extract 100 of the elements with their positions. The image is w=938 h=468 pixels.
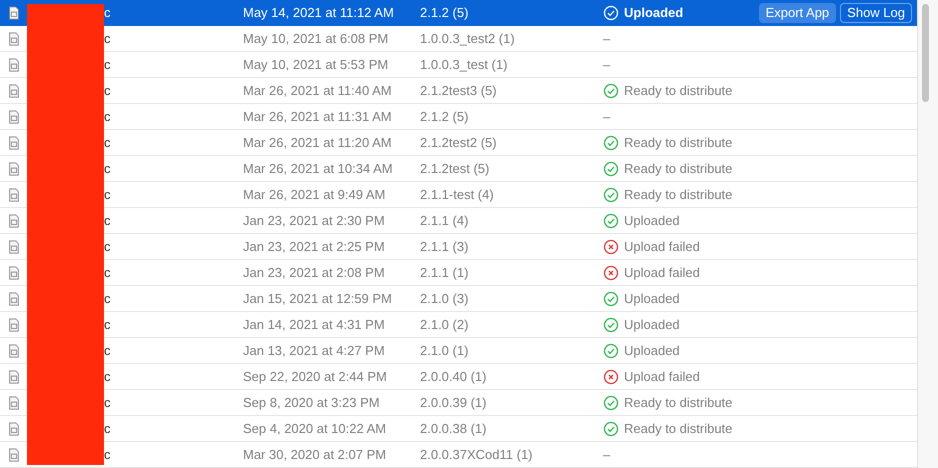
checkmark-circle-icon (603, 394, 619, 410)
archive-version: 1.0.0.3_test (1) (420, 57, 508, 72)
archive-name: c (104, 187, 112, 202)
archive-name: c (104, 343, 112, 358)
document-icon (7, 32, 21, 46)
archive-date: Sep 22, 2020 at 2:44 PM (243, 369, 388, 384)
archive-date: Mar 26, 2021 at 9:49 AM (243, 187, 386, 202)
archive-version: 2.1.0 (2) (420, 317, 470, 332)
archive-name: c (104, 213, 112, 228)
archive-name: c (104, 369, 112, 384)
archive-date: May 14, 2021 at 11:12 AM (243, 5, 395, 20)
document-icon (7, 84, 21, 98)
archive-date: May 10, 2021 at 6:08 PM (243, 31, 390, 46)
status-label: Ready to distribute (624, 421, 732, 436)
archive-date: Jan 23, 2021 at 2:08 PM (243, 265, 386, 280)
archive-version: 2.1.0 (1) (420, 343, 470, 358)
document-icon (7, 292, 21, 306)
document-icon (7, 58, 21, 72)
document-icon (7, 110, 21, 124)
status-label: Uploaded (624, 291, 680, 306)
x-circle-icon (603, 264, 619, 280)
status-label: Upload failed (624, 239, 700, 254)
document-icon (7, 370, 21, 384)
archive-row[interactable]: c May 14, 2021 at 11:12 AM 2.1.2 (5) Uploaded Export App Show Log (0, 0, 917, 26)
status-label: Ready to distribute (624, 83, 732, 98)
archive-version: 2.1.2 (5) (420, 109, 470, 124)
show-log-button[interactable]: Show Log (840, 2, 912, 22)
archive-date: Jan 13, 2021 at 4:27 PM (243, 343, 386, 358)
export-app-button[interactable]: Export App (758, 2, 836, 22)
archive-version: 2.1.0 (3) (420, 291, 470, 306)
archive-name: c (104, 83, 112, 98)
archive-name: c (104, 135, 112, 150)
archive-name: c (104, 239, 112, 254)
archive-date: Jan 23, 2021 at 2:30 PM (243, 213, 386, 228)
document-icon (7, 318, 21, 332)
document-icon (7, 6, 21, 20)
archive-version: 2.0.0.40 (1) (420, 369, 488, 384)
archive-date: Jan 23, 2021 at 2:25 PM (243, 239, 386, 254)
archive-date: Sep 8, 2020 at 3:23 PM (243, 395, 381, 410)
archive-version: 2.1.2 (5) (420, 5, 470, 20)
archive-version: 1.0.0.3_test2 (1) (420, 31, 516, 46)
archive-version: 2.1.2test2 (5) (420, 135, 498, 150)
checkmark-circle-icon (603, 82, 619, 98)
archive-name: c (104, 395, 112, 410)
archive-date: Mar 26, 2021 at 11:20 AM (243, 135, 393, 150)
status-label: Uploaded (624, 343, 680, 358)
document-icon (7, 136, 21, 150)
status-label: Upload failed (624, 265, 700, 280)
archive-name: c (104, 265, 112, 280)
checkmark-circle-icon (603, 420, 619, 436)
scrollbar-thumb[interactable] (922, 4, 929, 102)
document-icon (7, 448, 21, 462)
document-icon (7, 162, 21, 176)
checkmark-circle-icon (603, 186, 619, 202)
status-label: Uploaded (624, 5, 684, 20)
archive-version: 2.1.1 (3) (420, 239, 470, 254)
archive-date: Jan 15, 2021 at 12:59 PM (243, 291, 393, 306)
document-icon (7, 240, 21, 254)
archive-name: c (104, 291, 112, 306)
checkmark-circle-icon (603, 316, 619, 332)
status-label: Uploaded (624, 317, 680, 332)
archive-name: c (104, 421, 112, 436)
archive-version: 2.0.0.37XCod11 (1) (420, 447, 534, 462)
archive-name: c (104, 5, 112, 20)
archive-version: 2.1.1 (4) (420, 213, 470, 228)
archive-version: 2.0.0.38 (1) (420, 421, 488, 436)
status-label: Upload failed (624, 369, 700, 384)
checkmark-circle-icon (603, 4, 619, 20)
document-icon (7, 214, 21, 228)
status-label: Ready to distribute (624, 135, 732, 150)
document-icon (7, 344, 21, 358)
empty-status: – (603, 447, 610, 462)
archive-date: Jan 14, 2021 at 4:31 PM (243, 317, 386, 332)
archive-date: May 10, 2021 at 5:53 PM (243, 57, 390, 72)
checkmark-circle-icon (603, 342, 619, 358)
document-icon (7, 422, 21, 436)
x-circle-icon (603, 368, 619, 384)
archive-version: 2.1.2test3 (5) (420, 83, 498, 98)
status-label: Uploaded (624, 213, 680, 228)
archive-name: c (104, 57, 112, 72)
empty-status: – (603, 57, 610, 72)
archive-version: 2.0.0.39 (1) (420, 395, 488, 410)
archive-date: Mar 26, 2021 at 10:34 AM (243, 161, 394, 176)
archive-date: Sep 4, 2020 at 10:22 AM (243, 421, 388, 436)
archive-date: Mar 26, 2021 at 11:31 AM (243, 109, 393, 124)
checkmark-circle-icon (603, 212, 619, 228)
document-icon (7, 188, 21, 202)
status-label: Ready to distribute (624, 161, 732, 176)
archive-name: c (104, 109, 112, 124)
document-icon (7, 396, 21, 410)
empty-status: – (603, 31, 610, 46)
archive-name: c (104, 161, 112, 176)
empty-status: – (603, 109, 610, 124)
status-label: Ready to distribute (624, 395, 732, 410)
archive-name: c (104, 31, 112, 46)
archive-date: Mar 26, 2021 at 11:40 AM (243, 83, 393, 98)
checkmark-circle-icon (603, 134, 619, 150)
archive-name: c (104, 317, 112, 332)
document-icon (7, 266, 21, 280)
checkmark-circle-icon (603, 290, 619, 306)
